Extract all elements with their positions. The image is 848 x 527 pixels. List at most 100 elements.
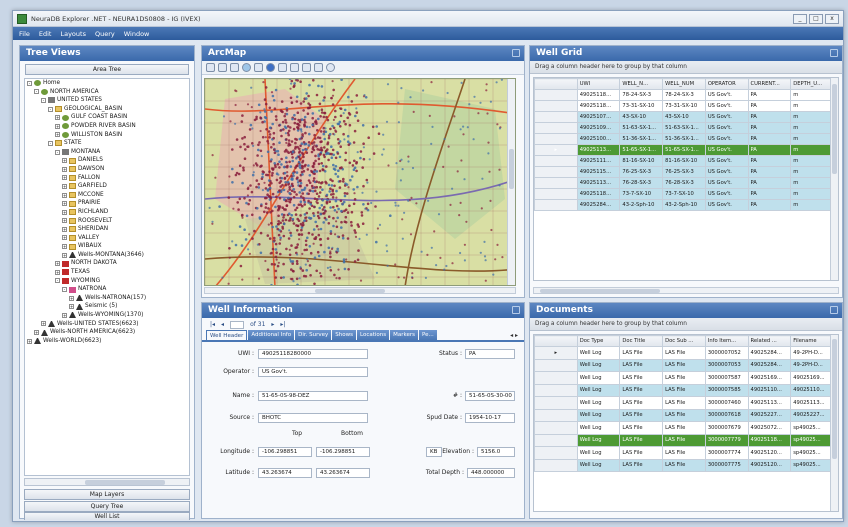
zoom-out-icon[interactable]	[218, 63, 227, 72]
table-cell[interactable]: LAS File	[619, 421, 664, 435]
table-cell[interactable]: 49025118...	[576, 188, 621, 200]
tree-item[interactable]: + DAWSON	[25, 165, 189, 174]
table-cell[interactable]: 49025118...	[576, 89, 621, 101]
table-cell[interactable]: US Gov't.	[704, 122, 749, 134]
table-cell[interactable]: 3000007774	[704, 446, 749, 460]
tree-item[interactable]: - GEOLOGICAL_BASIN	[25, 105, 189, 114]
table-cell[interactable]: LAS File	[662, 408, 706, 422]
table-row[interactable]: 49025118... 73-31-SX-10 73-31-SX-10 US Gov'…	[534, 100, 834, 112]
table-cell[interactable]: US Gov't.	[704, 100, 749, 112]
tree-item[interactable]: + PRAIRIE	[25, 199, 189, 208]
tab-shows[interactable]: Shows	[332, 330, 356, 340]
table-row[interactable]: 49025115... 76-25-SX-3 76-25-SX-3 US Gov't.…	[534, 166, 834, 178]
column-header[interactable]: DEPTH_U...	[790, 78, 834, 90]
table-cell[interactable]: m	[790, 122, 834, 134]
table-cell[interactable]: 43-SX-10	[619, 111, 664, 123]
table-cell[interactable]: LAS File	[619, 371, 664, 385]
table-cell[interactable]: PA	[747, 133, 792, 145]
table-cell[interactable]: 49-2PH-D...	[790, 358, 834, 372]
expand-icon[interactable]: +	[62, 166, 67, 172]
table-cell[interactable]: 49025169...	[747, 371, 792, 385]
table-cell[interactable]: US Gov't.	[704, 111, 749, 123]
table-cell[interactable]: 49025284...	[747, 346, 792, 360]
table-row[interactable]: 49025107... 43-SX-10 43-SX-10 US Gov't. PA m	[534, 111, 834, 123]
column-header[interactable]: Info Item...	[704, 335, 749, 347]
table-cell[interactable]: 3000007587	[704, 371, 749, 385]
record-position-input[interactable]	[230, 320, 245, 329]
table-cell[interactable]: PA	[747, 111, 792, 123]
menu-file[interactable]: File	[19, 30, 30, 38]
expand-icon[interactable]: +	[27, 338, 32, 344]
select-icon[interactable]	[278, 63, 287, 72]
table-cell[interactable]: LAS File	[662, 458, 706, 472]
table-cell[interactable]: 49025113...	[790, 396, 834, 410]
tab-additional-info[interactable]: Additional Info	[248, 330, 295, 340]
tree-item[interactable]: + Wells-WORLD(6623)	[25, 337, 189, 346]
expand-icon[interactable]: +	[62, 218, 67, 224]
table-cell[interactable]: m	[790, 199, 834, 211]
tree-item[interactable]: + GARFIELD	[25, 182, 189, 191]
expand-icon[interactable]: +	[55, 261, 60, 267]
table-cell[interactable]: 49025120...	[747, 458, 792, 472]
table-cell[interactable]: LAS File	[619, 458, 664, 472]
well-grid-horizontal-scrollbar[interactable]	[533, 287, 839, 294]
table-cell[interactable]: US Gov't.	[704, 177, 749, 189]
table-cell[interactable]: LAS File	[619, 446, 664, 460]
table-row[interactable]: Well Log LAS File LAS File 3000007585 490251…	[534, 383, 834, 397]
table-cell[interactable]: 49025284...	[747, 358, 792, 372]
column-header[interactable]: WELL_NUM	[662, 78, 706, 90]
name-field[interactable]: 51-65-0S-98-DEZ	[258, 391, 368, 401]
table-cell[interactable]: 49025072...	[747, 421, 792, 435]
table-cell[interactable]: 49025118...	[576, 100, 621, 112]
tree-item[interactable]: - WYOMING	[25, 277, 189, 286]
next-record-icon[interactable]: ▸	[271, 321, 274, 328]
table-cell[interactable]: US Gov't.	[704, 155, 749, 167]
tree-item[interactable]: + DANIELS	[25, 156, 189, 165]
table-row[interactable]: Well Log LAS File LAS File 3000007679 490250…	[534, 421, 834, 435]
table-row[interactable]: ▸ 49025113... 51-65-SX-1... 51-65-SX-1... US…	[534, 144, 834, 156]
table-cell[interactable]: 3000007585	[704, 383, 749, 397]
menu-query[interactable]: Query	[95, 30, 115, 38]
table-cell[interactable]: 49025169...	[790, 371, 834, 385]
first-record-icon[interactable]: |◂	[210, 321, 215, 328]
collapse-icon[interactable]: -	[55, 278, 60, 284]
table-cell[interactable]: sp49025...	[790, 433, 834, 447]
tree-item[interactable]: + TEXAS	[25, 268, 189, 277]
table-cell[interactable]: 76-28-SX-3	[619, 177, 664, 189]
table-cell[interactable]: 3000007053	[704, 358, 749, 372]
table-row[interactable]: ▸ Well Log LAS File LAS File 3000007052 49025…	[534, 346, 834, 360]
table-cell[interactable]: PA	[747, 188, 792, 200]
table-cell[interactable]: LAS File	[619, 383, 664, 397]
minimize-button[interactable]: _	[793, 13, 807, 24]
menu-window[interactable]: Window	[124, 30, 150, 38]
table-cell[interactable]: 51-63-SX-1...	[619, 122, 664, 134]
table-cell[interactable]: 49025107...	[576, 111, 621, 123]
collapse-icon[interactable]: -	[55, 149, 60, 155]
table-cell[interactable]: 3000007679	[704, 421, 749, 435]
table-cell[interactable]: Well Log	[576, 383, 621, 397]
table-cell[interactable]: US Gov't.	[704, 144, 749, 156]
latitude-top-field[interactable]: 43.263674	[258, 468, 312, 478]
table-cell[interactable]: m	[790, 133, 834, 145]
expand-icon[interactable]: +	[62, 235, 67, 241]
collapse-icon[interactable]: -	[62, 287, 67, 293]
table-cell[interactable]: LAS File	[662, 383, 706, 397]
collapse-icon[interactable]: -	[48, 140, 53, 146]
longitude-bottom-field[interactable]: -106.298851	[316, 447, 370, 457]
table-row[interactable]: Well Log LAS File LAS File 3000007618 490252…	[534, 408, 834, 422]
tree-item[interactable]: - MONTANA	[25, 148, 189, 157]
table-cell[interactable]: 43-SX-10	[662, 111, 706, 123]
column-header[interactable]: WELL_N...	[619, 78, 664, 90]
pan-icon[interactable]	[230, 63, 239, 72]
info-icon[interactable]	[266, 63, 275, 72]
tab-locations[interactable]: Locations	[357, 330, 390, 340]
well-grid-vertical-scrollbar[interactable]	[830, 78, 838, 280]
collapse-icon[interactable]: -	[41, 97, 46, 103]
tree-item[interactable]: + Wells-UNITED STATES(6623)	[25, 320, 189, 329]
table-cell[interactable]: sp49025...	[790, 446, 834, 460]
table-cell[interactable]: Well Log	[576, 408, 621, 422]
expand-icon[interactable]: +	[62, 226, 67, 232]
table-cell[interactable]: LAS File	[619, 408, 664, 422]
table-row[interactable]: Well Log LAS File LAS File 3000007053 490252…	[534, 358, 834, 372]
table-cell[interactable]: US Gov't.	[704, 133, 749, 145]
